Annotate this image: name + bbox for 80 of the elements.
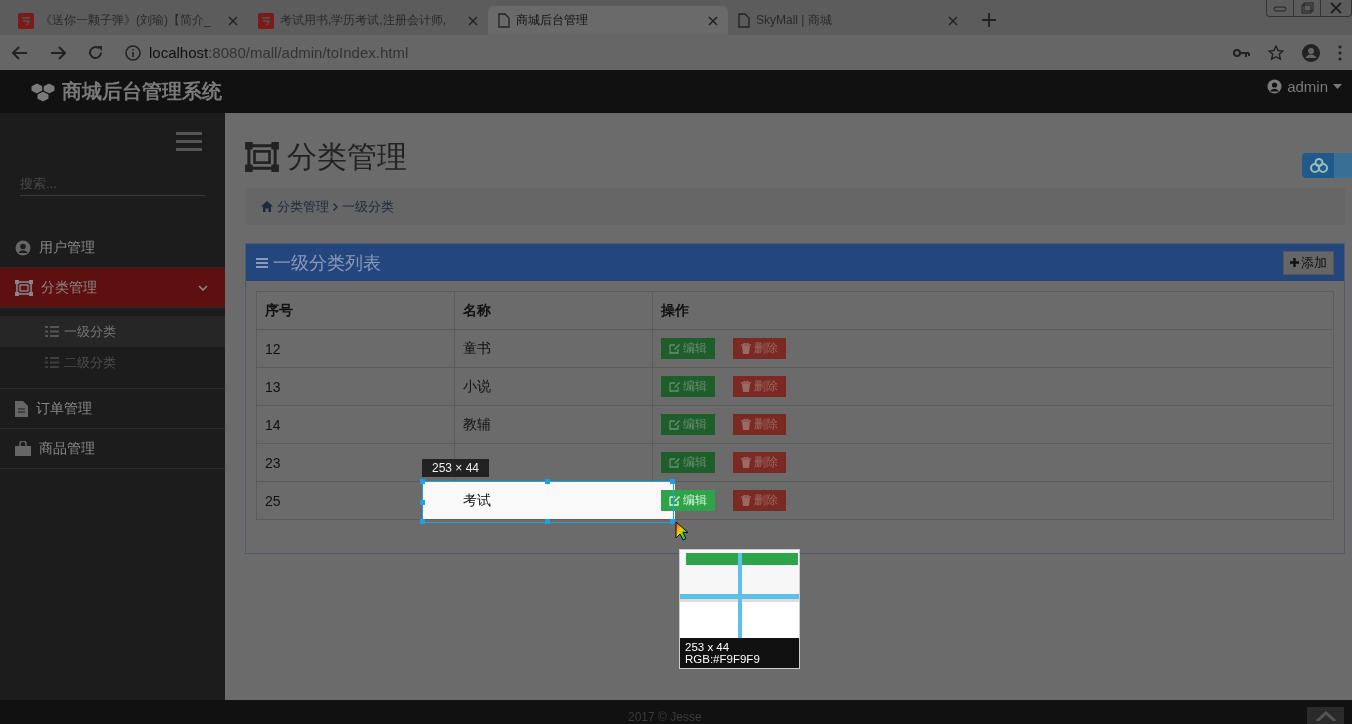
list-icon xyxy=(45,357,59,368)
forward-icon[interactable] xyxy=(50,45,66,60)
reload-icon[interactable] xyxy=(88,45,103,60)
back-to-top-button[interactable] xyxy=(1307,707,1344,724)
plus-icon xyxy=(1290,258,1299,267)
star-icon[interactable] xyxy=(1268,44,1284,61)
table-cell: 考试 xyxy=(463,491,491,508)
list-icon xyxy=(45,326,59,337)
info-icon xyxy=(125,44,141,61)
browser-tab[interactable]: 商城后台管理 xyxy=(488,6,728,35)
trash-icon xyxy=(741,457,751,468)
site-favicon-icon xyxy=(258,12,274,29)
trash-icon xyxy=(741,343,751,354)
size-readout: 253 x 44 xyxy=(685,641,731,653)
delete-button[interactable]: 删除 xyxy=(733,338,786,359)
document-icon xyxy=(15,400,28,417)
brand-title: 商城后台管理系统 xyxy=(62,79,222,104)
edit-icon xyxy=(669,419,680,430)
edit-icon xyxy=(669,343,680,354)
frame-icon xyxy=(245,142,279,172)
page-title: 分类管理 xyxy=(287,138,407,175)
table-cell: 小说 xyxy=(463,377,491,394)
close-icon[interactable] xyxy=(468,15,478,26)
caret-icon xyxy=(1333,84,1342,89)
menu-icon[interactable] xyxy=(176,132,202,152)
close-icon[interactable] xyxy=(948,15,958,26)
table-cell: 教辅 xyxy=(463,415,491,432)
trash-icon xyxy=(741,381,751,392)
tab-title: 商城后台管理 xyxy=(516,12,589,29)
table-cell: 12 xyxy=(256,329,455,368)
delete-button[interactable]: 删除 xyxy=(733,376,786,397)
list-icon xyxy=(256,257,268,268)
chevron-up-icon xyxy=(1315,710,1336,721)
bag-icon xyxy=(15,441,31,456)
more-icon[interactable] xyxy=(1338,44,1342,61)
edit-button[interactable]: 编辑 xyxy=(661,338,715,359)
account-icon[interactable] xyxy=(1302,43,1320,62)
table-cell: 14 xyxy=(256,405,455,444)
edit-button[interactable]: 编辑 xyxy=(661,376,715,397)
new-tab-icon[interactable] xyxy=(982,13,996,27)
edit-icon xyxy=(669,457,680,468)
edit-button[interactable]: 编辑 xyxy=(661,414,715,435)
user-icon xyxy=(1267,79,1283,94)
edit-icon xyxy=(669,495,680,506)
home-icon xyxy=(261,201,273,212)
frame-icon xyxy=(15,279,33,296)
close-icon[interactable] xyxy=(228,15,238,26)
edit-icon xyxy=(669,381,680,392)
delete-button[interactable]: 删除 xyxy=(733,490,786,511)
size-label: 253 × 44 xyxy=(422,459,490,477)
column-header: 名称 xyxy=(454,291,653,330)
breadcrumb-link[interactable]: 分类管理 xyxy=(277,197,329,216)
trash-icon xyxy=(741,419,751,430)
column-header: 序号 xyxy=(256,291,455,330)
share-button[interactable] xyxy=(1302,153,1352,178)
trash-icon xyxy=(741,495,751,506)
user-icon xyxy=(15,239,31,256)
back-icon[interactable] xyxy=(12,45,28,60)
table-cell: 13 xyxy=(256,367,455,406)
site-favicon-icon xyxy=(18,12,34,29)
chevron-right-icon xyxy=(333,202,338,211)
user-menu[interactable]: admin xyxy=(1267,78,1342,95)
sidebar-item[interactable]: 订单管理 xyxy=(0,389,225,429)
add-button[interactable]: 添加 xyxy=(1283,250,1334,275)
sidebar-item[interactable]: 分类管理 xyxy=(0,268,225,308)
sidebar-item[interactable]: 商品管理 xyxy=(0,429,225,469)
page-icon xyxy=(498,13,510,28)
cubes-logo-icon xyxy=(30,81,56,102)
edit-button[interactable]: 编辑 xyxy=(661,490,715,511)
delete-button[interactable]: 删除 xyxy=(733,452,786,473)
panel-title: 一级分类列表 xyxy=(273,251,381,275)
edit-button[interactable]: 编辑 xyxy=(661,452,715,473)
key-icon[interactable] xyxy=(1233,47,1250,58)
color-readout: RGB:#F9F9F9 xyxy=(685,653,761,665)
delete-button[interactable]: 删除 xyxy=(733,414,786,435)
cursor-icon xyxy=(675,521,689,541)
column-header: 操作 xyxy=(652,291,1334,330)
close-icon[interactable] xyxy=(708,15,718,26)
page-icon xyxy=(738,13,750,28)
table-cell: 童书 xyxy=(463,339,491,356)
